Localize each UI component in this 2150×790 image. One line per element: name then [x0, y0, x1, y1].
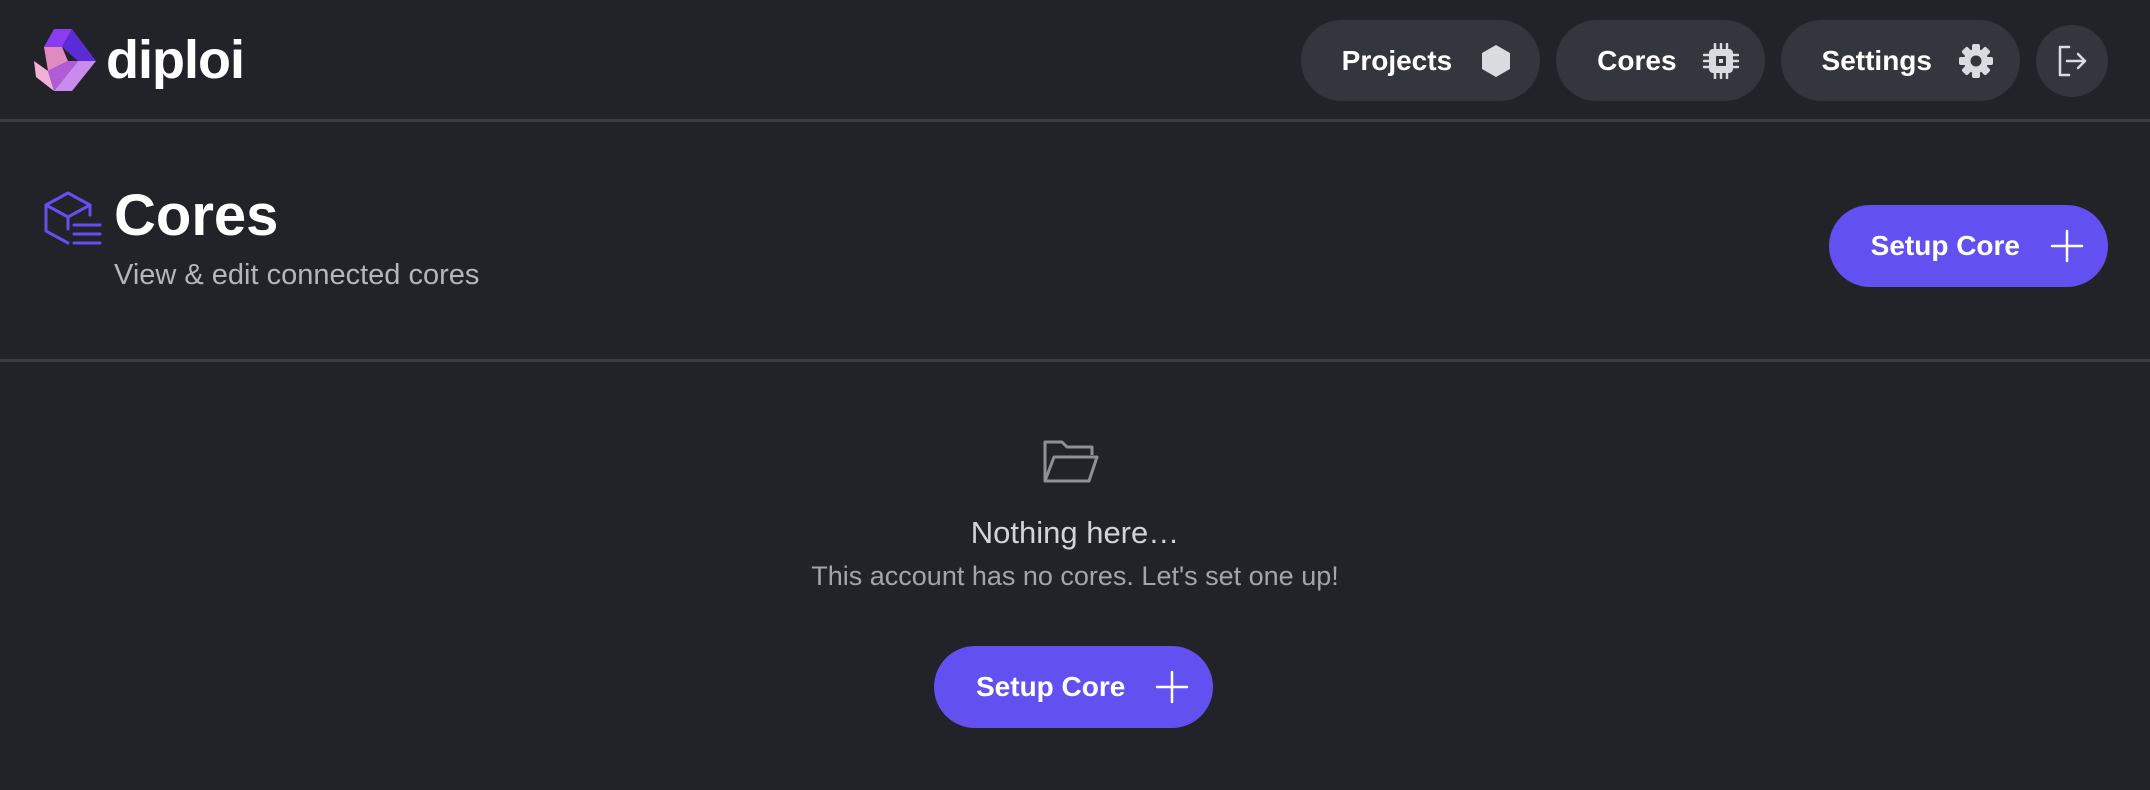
page-title: Cores	[114, 183, 279, 248]
setup-core-button-header[interactable]: Setup Core	[1828, 205, 2108, 287]
plus-icon	[2050, 229, 2084, 263]
nav-projects-button[interactable]: Projects	[1300, 20, 1541, 101]
logout-icon	[2058, 45, 2087, 76]
page-header: Cores View & edit connected cores Setup …	[0, 125, 2150, 362]
top-navigation-bar: diploi Projects Cores Settings	[0, 0, 2150, 122]
main-nav: Projects Cores Settings	[1300, 20, 2108, 101]
folder-open-icon	[1043, 440, 1099, 483]
cores-box-icon	[44, 191, 102, 245]
empty-state-text: This account has no cores. Let's set one…	[811, 561, 1339, 591]
page-subtitle: View & edit connected cores	[114, 259, 480, 291]
setup-core-button-empty[interactable]: Setup Core	[934, 646, 1214, 728]
nav-projects-label: Projects	[1341, 44, 1453, 76]
chip-icon	[1702, 42, 1739, 79]
diploi-logo[interactable]: diploi	[32, 26, 245, 94]
nav-cores-button[interactable]: Cores	[1556, 20, 1765, 101]
setup-core-label: Setup Core	[976, 671, 1126, 702]
nav-settings-label: Settings	[1821, 44, 1932, 76]
empty-state-title: Nothing here…	[970, 515, 1180, 550]
diploi-logo-mark-icon	[34, 29, 96, 91]
logout-button[interactable]	[2036, 24, 2108, 97]
plus-icon	[1156, 670, 1189, 704]
brand-name: diploi	[106, 30, 245, 90]
gear-icon	[1959, 43, 1993, 78]
nav-cores-label: Cores	[1597, 44, 1677, 76]
empty-state: Nothing here… This account has no cores.…	[0, 365, 2150, 790]
nav-settings-button[interactable]: Settings	[1780, 20, 2020, 101]
hexagon-icon	[1482, 44, 1511, 77]
setup-core-label: Setup Core	[1870, 230, 2020, 261]
